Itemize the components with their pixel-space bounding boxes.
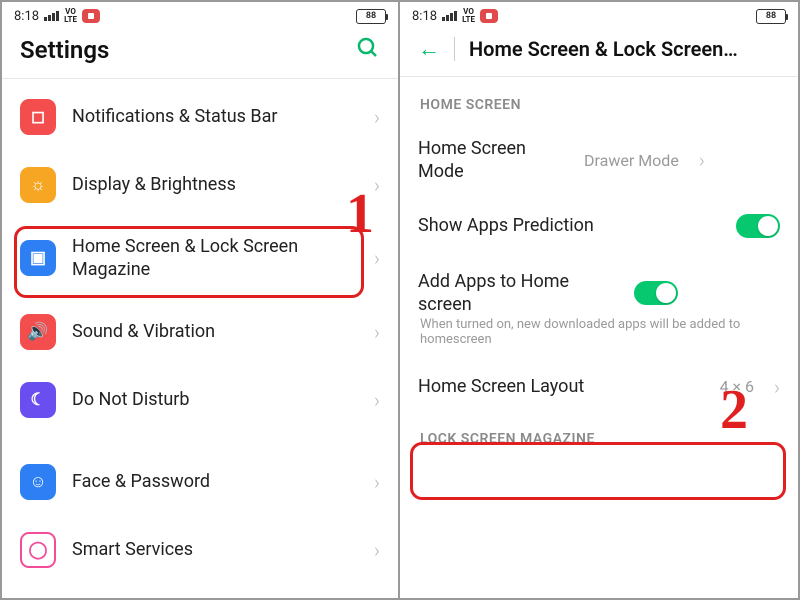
home-screen-list: HOME SCREEN Home Screen Mode Drawer Mode… xyxy=(400,81,798,457)
sound-icon: 🔊 xyxy=(20,314,56,350)
battery-icon: 88 xyxy=(356,9,386,24)
chevron-right-icon: › xyxy=(374,105,380,129)
settings-item-smart-services[interactable]: ◯ Smart Services › xyxy=(2,516,398,584)
setting-label: Add Apps to Home screen xyxy=(418,270,618,317)
page-title: Home Screen & Lock Screen… xyxy=(454,37,780,61)
back-icon[interactable]: ← xyxy=(418,36,440,62)
setting-label: Show Apps Prediction xyxy=(418,214,720,237)
brightness-icon: ☼ xyxy=(20,167,56,203)
chevron-right-icon: › xyxy=(374,388,380,412)
setting-home-screen-layout[interactable]: Home Screen Layout 4 × 6 › xyxy=(400,359,798,415)
chevron-right-icon: › xyxy=(374,246,380,270)
settings-item-display[interactable]: ☼ Display & Brightness › xyxy=(2,151,398,219)
clock: 8:18 xyxy=(412,9,437,24)
status-bar: 8:18 VOLTE 88 xyxy=(400,2,798,26)
smart-services-icon: ◯ xyxy=(20,532,56,568)
setting-label: Home Screen Mode xyxy=(418,137,568,184)
toggle-switch[interactable] xyxy=(736,214,780,238)
settings-item-label: Do Not Disturb xyxy=(72,388,358,411)
setting-value: 4 × 6 xyxy=(720,377,754,396)
home-screen-icon: ▣ xyxy=(20,240,56,276)
subpage-header: ← Home Screen & Lock Screen… xyxy=(400,26,798,76)
chevron-right-icon: › xyxy=(374,320,380,344)
setting-home-screen-mode[interactable]: Home Screen Mode Drawer Mode › xyxy=(400,123,798,198)
chevron-right-icon: › xyxy=(374,470,380,494)
screen-record-icon xyxy=(480,9,498,23)
settings-item-dnd[interactable]: ☾ Do Not Disturb › xyxy=(2,366,398,434)
setting-label: Home Screen Layout xyxy=(418,375,704,398)
search-icon[interactable] xyxy=(356,36,380,64)
settings-item-notifications[interactable]: ◻ Notifications & Status Bar › xyxy=(2,83,398,151)
clock: 8:18 xyxy=(14,9,39,24)
section-lock-screen-magazine: LOCK SCREEN MAGAZINE xyxy=(400,415,798,457)
settings-item-sound[interactable]: 🔊 Sound & Vibration › xyxy=(2,298,398,366)
setting-show-apps-prediction[interactable]: Show Apps Prediction xyxy=(400,198,798,254)
settings-header: Settings xyxy=(2,26,398,78)
settings-item-label: Sound & Vibration xyxy=(72,320,358,343)
status-bar: 8:18 VOLTE 88 xyxy=(2,2,398,26)
toggle-switch[interactable] xyxy=(634,281,678,305)
settings-panel: 8:18 VOLTE 88 Settings ◻ Notifications &… xyxy=(2,2,400,598)
settings-item-label: Smart Services xyxy=(72,538,358,561)
chevron-right-icon: › xyxy=(374,173,380,197)
settings-item-label: Notifications & Status Bar xyxy=(72,105,358,128)
setting-value: Drawer Mode xyxy=(584,151,679,170)
screen-record-icon xyxy=(82,9,100,23)
volte-icon: VOLTE xyxy=(462,8,475,24)
face-icon: ☺ xyxy=(20,464,56,500)
chevron-right-icon: › xyxy=(374,538,380,562)
page-title: Settings xyxy=(20,36,109,64)
settings-item-label: Display & Brightness xyxy=(72,173,358,196)
dnd-icon: ☾ xyxy=(20,382,56,418)
setting-add-apps-home[interactable]: Add Apps to Home screen xyxy=(400,254,798,325)
settings-item-home-lock[interactable]: ▣ Home Screen & Lock Screen Magazine › xyxy=(2,219,398,298)
chevron-right-icon: › xyxy=(774,375,780,399)
settings-item-face-password[interactable]: ☺ Face & Password › xyxy=(2,448,398,516)
volte-icon: VOLTE xyxy=(64,8,77,24)
settings-list: ◻ Notifications & Status Bar › ☼ Display… xyxy=(2,83,398,584)
notifications-icon: ◻ xyxy=(20,99,56,135)
chevron-right-icon: › xyxy=(699,148,705,172)
battery-icon: 88 xyxy=(756,9,786,24)
settings-item-label: Face & Password xyxy=(72,470,358,493)
home-screen-settings-panel: 8:18 VOLTE 88 ← Home Screen & Lock Scree… xyxy=(400,2,798,598)
signal-icon xyxy=(442,11,457,21)
section-home-screen: HOME SCREEN xyxy=(400,81,798,123)
signal-icon xyxy=(44,11,59,21)
settings-item-label: Home Screen & Lock Screen Magazine xyxy=(72,235,358,282)
